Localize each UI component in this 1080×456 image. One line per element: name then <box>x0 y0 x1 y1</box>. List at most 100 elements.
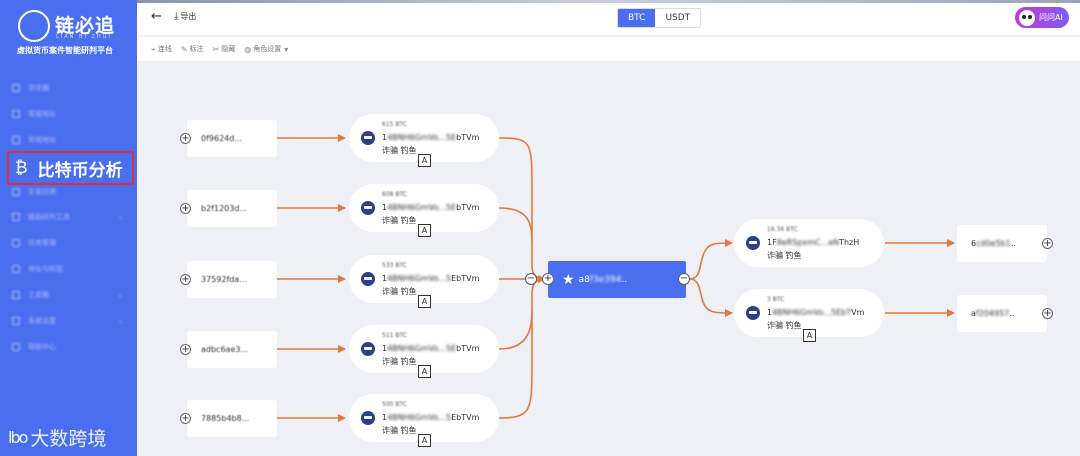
chevron-down-icon: ⌄ <box>117 213 123 221</box>
sidebar-item-label: 比特币分析 <box>37 160 123 181</box>
edge <box>498 207 533 242</box>
mask-icon <box>361 131 375 145</box>
link-icon: ⌁ <box>151 44 156 54</box>
source-node[interactable]: 37592fda... <box>187 261 277 298</box>
sidebar: 链必追 LIAN BI ZHUI 虚拟货币案件智能研判平台 浏览器 常规地址 常… <box>0 0 137 456</box>
expand-plus-icon[interactable]: + <box>180 133 191 144</box>
expand-plus-icon[interactable]: + <box>180 344 191 355</box>
expand-plus-icon[interactable]: + <box>542 273 554 285</box>
sidebar-item-toolbox[interactable]: 工具箱 ⌄ <box>0 284 137 306</box>
graph-toolbar: ⌁ 连线 ✎ 标注 ✂ 隐藏 ◍ 角色设置 ▾ <box>137 37 1080 61</box>
pencil-icon: ✎ <box>180 44 188 54</box>
edge <box>498 310 533 350</box>
sidebar-item-address-2[interactable]: 常规地址 <box>0 129 137 151</box>
source-node[interactable]: 0f9624d... <box>187 120 277 157</box>
collapse-minus-icon[interactable]: − <box>678 273 690 285</box>
destination-node[interactable]: a f204957.. <box>957 295 1047 332</box>
tag-badge[interactable]: A <box>418 365 431 378</box>
tag-badge[interactable]: A <box>803 329 816 342</box>
amount: 608 BTC <box>382 191 407 198</box>
tag-badge[interactable]: A <box>418 224 431 237</box>
edge <box>689 278 733 317</box>
back-button[interactable]: ← <box>151 9 162 24</box>
destination-node[interactable]: 6 cd0e5b1.. <box>957 225 1047 262</box>
sidebar-item-tools[interactable]: 链路研判工具 ⌄ <box>0 206 137 228</box>
scissors-icon: ✂ <box>212 44 220 54</box>
brand-subtitle: LIAN BI ZHUI <box>56 34 112 40</box>
chevron-down-icon: ⌄ <box>117 291 123 299</box>
tag-badge[interactable]: A <box>418 154 431 167</box>
input-address-node[interactable]: 500 BTC 14BNH6GmVo...5EbTVm 诈骗 钓鱼 A <box>349 394 499 447</box>
source-node[interactable]: adbc6ae3... <box>187 331 277 368</box>
sidebar-item-address-1[interactable]: 常规地址 <box>0 103 137 125</box>
menu-icon <box>12 239 20 247</box>
caret-down-icon: ▾ <box>284 44 289 54</box>
center-address-node[interactable]: ★ a8 f3e394.. <box>548 261 686 298</box>
palette-icon: ◍ <box>244 44 252 54</box>
tool-role-settings[interactable]: ◍ 角色设置 ▾ <box>244 44 290 54</box>
input-address-node[interactable]: 533 BTC 14BNH6GmVo...5EbTVm 诈骗 钓鱼 A <box>349 255 499 308</box>
expand-plus-icon[interactable]: + <box>180 413 191 424</box>
amount: 3 BTC <box>767 296 785 303</box>
sidebar-item-browser[interactable]: 浏览器 <box>0 77 137 99</box>
input-address-node[interactable]: 511 BTC 14BNH6GmVo...5EbTVm 诈骗 钓鱼 A <box>349 325 499 378</box>
expand-plus-icon[interactable]: + <box>1042 238 1053 249</box>
risk-label: 诈骗 钓鱼 <box>382 357 417 366</box>
risk-label: 诈骗 钓鱼 <box>382 146 417 155</box>
source-node[interactable]: b2f1203d... <box>187 190 277 227</box>
tab-usdt[interactable]: USDT <box>655 9 701 27</box>
tool-link[interactable]: ⌁ 连线 <box>151 44 172 54</box>
address: 14BNH6GmVo...5EbTVm <box>382 133 480 142</box>
menu-icon <box>12 110 20 118</box>
sidebar-item-settings[interactable]: 系统设置 ⌄ <box>0 310 137 332</box>
output-address-node[interactable]: 16.36 BTC 1F8eRSpxmC...aNThzH 诈骗 钓鱼 <box>734 219 884 267</box>
sidebar-item-btc-analysis[interactable]: ₿ 比特币分析 <box>7 151 134 185</box>
tool-hide[interactable]: ✂ 隐藏 <box>213 44 236 54</box>
menu-icon <box>12 317 20 325</box>
risk-label: 诈骗 钓鱼 <box>382 287 417 296</box>
address: 14BNH6GmVo...5EbTVm <box>382 344 480 353</box>
download-icon: ⤓ <box>174 11 179 22</box>
source-node[interactable]: 7885b4b8... <box>187 400 277 437</box>
sidebar-item-tasks[interactable]: 任务管理 <box>0 232 137 254</box>
amount: 511 BTC <box>382 332 407 339</box>
export-button[interactable]: ⤓ 导出 <box>174 11 196 22</box>
tab-btc[interactable]: BTC <box>618 9 656 27</box>
output-address-node[interactable]: 3 BTC 14BNH6GmVo...5EbTVm 诈骗 钓鱼 A <box>734 289 884 342</box>
sidebar-item-tags[interactable]: 地址与标签 <box>0 258 137 280</box>
arrow-left-icon: ← <box>151 9 162 24</box>
menu-icon <box>12 188 20 196</box>
bitcoin-icon: ₿ <box>15 158 28 178</box>
graph-canvas[interactable]: 0f9624d... + b2f1203d... + 37592fda... +… <box>137 61 1080 456</box>
watermark-logo: lbo <box>8 428 28 447</box>
ask-ai-button[interactable]: 问问AI <box>1015 7 1069 28</box>
menu-icon <box>12 136 20 144</box>
panda-avatar-icon <box>1019 9 1035 26</box>
tool-annotate[interactable]: ✎ 标注 <box>181 44 204 54</box>
risk-label: 诈骗 钓鱼 <box>767 321 802 330</box>
chevron-down-icon: ⌄ <box>117 317 123 325</box>
sidebar-item-trace[interactable]: 交易回溯 <box>0 181 137 203</box>
input-address-node[interactable]: 615 BTC 14BNH6GmVo...5EbTVm 诈骗 钓鱼 A <box>349 114 499 167</box>
amount: 533 BTC <box>382 262 407 269</box>
currency-toggle: BTC USDT <box>617 8 702 28</box>
input-address-node[interactable]: 608 BTC 14BNH6GmVo...5EbTVm 诈骗 钓鱼 A <box>349 184 499 237</box>
top-strip <box>137 0 1080 3</box>
tag-badge[interactable]: A <box>418 295 431 308</box>
top-bar: ← ⤓ 导出 BTC USDT 问问AI <box>137 0 1080 36</box>
brand-logo-icon <box>18 10 50 42</box>
expand-plus-icon[interactable]: + <box>1042 308 1053 319</box>
menu-icon <box>12 291 20 299</box>
expand-plus-icon[interactable]: + <box>180 274 191 285</box>
watermark-text: 大数跨境 <box>30 428 107 450</box>
risk-label: 诈骗 钓鱼 <box>767 251 802 260</box>
expand-plus-icon[interactable]: + <box>180 203 191 214</box>
menu-icon <box>12 265 20 273</box>
mask-icon <box>361 272 375 286</box>
sidebar-item-help[interactable]: 帮助中心 <box>0 336 137 358</box>
collapse-minus-icon[interactable]: − <box>525 273 537 285</box>
graph-edges <box>277 134 955 422</box>
tag-badge[interactable]: A <box>418 434 431 447</box>
brand-slogan: 虚拟货币案件智能研判平台 <box>17 46 113 55</box>
risk-label: 诈骗 钓鱼 <box>382 216 417 225</box>
